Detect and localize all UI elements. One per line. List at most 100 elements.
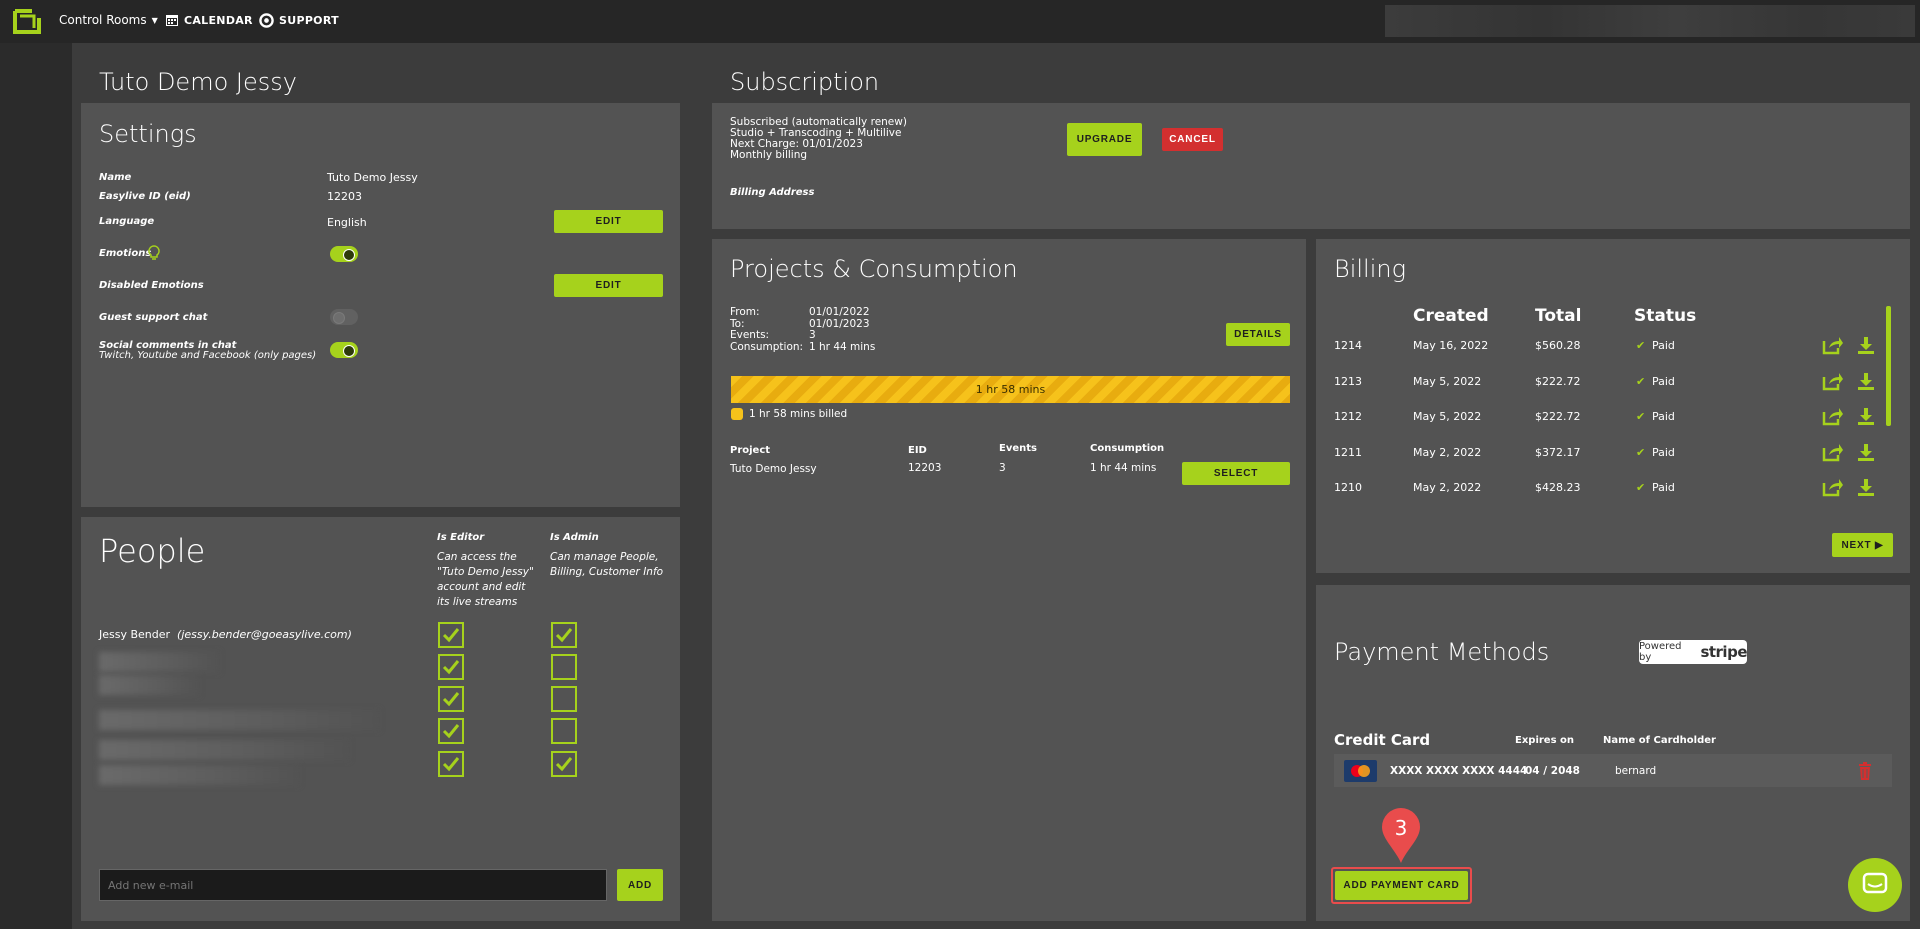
consumption-labels: From: To: Events: Consumption: — [730, 306, 804, 353]
edit-emotions-button[interactable]: EDIT — [554, 274, 663, 297]
calendar-link[interactable]: CALENDAR — [165, 13, 253, 27]
cardholder-header: Name of Cardholder — [1603, 735, 1716, 746]
redacted-person-row — [99, 710, 379, 730]
billing-created-cell: May 5, 2022 — [1413, 374, 1482, 388]
callout-number: 3 — [1394, 816, 1408, 840]
details-button[interactable]: DETAILS — [1226, 323, 1290, 346]
chat-launcher[interactable] — [1848, 858, 1902, 912]
legend-text: 1 hr 58 mins billed — [749, 408, 848, 420]
billing-id-cell: 1211 — [1334, 445, 1362, 459]
edit-language-button[interactable]: EDIT — [554, 210, 663, 233]
download-icon[interactable] — [1857, 407, 1875, 429]
admin-checkbox[interactable] — [551, 622, 577, 648]
share-icon[interactable] — [1822, 406, 1844, 430]
people-title: People — [99, 532, 206, 570]
settings-panel — [81, 103, 680, 507]
billing-status-cell: Paid — [1652, 410, 1675, 423]
consumption-value: 1 hr 44 mins — [809, 340, 876, 353]
lightbulb-icon[interactable] — [148, 245, 160, 261]
share-icon[interactable] — [1822, 335, 1844, 359]
social-comments-sub: Twitch, Youtube and Facebook (only pages… — [99, 350, 317, 361]
projects-title: Projects & Consumption — [730, 255, 1018, 283]
editor-checkbox[interactable] — [438, 622, 464, 648]
download-icon[interactable] — [1857, 443, 1875, 465]
billing-created-cell: May 5, 2022 — [1413, 410, 1482, 423]
project-events-cell: 3 — [999, 462, 1006, 474]
new-email-input[interactable] — [99, 869, 607, 901]
download-icon[interactable] — [1857, 372, 1875, 394]
next-label: NEXT — [1841, 539, 1872, 551]
upgrade-button[interactable]: UPGRADE — [1067, 123, 1142, 156]
legend-swatch — [731, 408, 743, 420]
billing-id-cell: 1213 — [1334, 374, 1362, 388]
admin-checkbox[interactable] — [551, 686, 577, 712]
billing-total-cell: $428.23 — [1535, 481, 1581, 494]
download-icon[interactable] — [1857, 336, 1875, 358]
billing-col-total: Total — [1535, 306, 1582, 326]
social-comments-toggle[interactable] — [330, 342, 358, 358]
language-value: English — [327, 216, 367, 229]
billing-title: Billing — [1334, 255, 1406, 283]
project-eid-cell: 12203 — [908, 462, 942, 474]
admin-checkbox[interactable] — [551, 751, 577, 777]
powered-by-text: Powered by — [1639, 641, 1682, 663]
support-link[interactable]: SUPPORT — [259, 13, 339, 28]
billing-id-cell: 1214 — [1334, 339, 1362, 352]
billing-total-cell: $222.72 — [1535, 410, 1581, 423]
consumption-label: Consumption: — [730, 340, 804, 353]
download-icon[interactable] — [1857, 478, 1875, 500]
add-payment-card-button[interactable]: ADD PAYMENT CARD — [1335, 871, 1468, 900]
eid-label: Easylive ID (eid) — [99, 191, 191, 202]
account-title: Tuto Demo Jessy — [99, 68, 297, 96]
from-value: 01/01/2022 — [809, 306, 870, 318]
cardholder-name: bernard — [1615, 765, 1657, 777]
share-icon[interactable] — [1822, 371, 1844, 395]
disabled-emotions-label: Disabled Emotions — [99, 280, 204, 291]
billing-next-button[interactable]: NEXT ▶ — [1832, 533, 1893, 557]
cancel-subscription-button[interactable]: CANCEL — [1162, 128, 1223, 151]
admin-checkbox[interactable] — [551, 654, 577, 680]
billing-total-cell: $560.28 — [1535, 339, 1581, 352]
redacted-person-row — [99, 740, 349, 760]
control-rooms-menu[interactable]: Control Rooms ▼ — [59, 13, 158, 27]
billing-address-label: Billing Address — [730, 187, 815, 198]
app-logo[interactable] — [12, 8, 42, 35]
check-icon: ✔ — [1636, 445, 1646, 459]
editor-checkbox[interactable] — [438, 654, 464, 680]
billing-status-cell: Paid — [1652, 374, 1675, 388]
name-label: Name — [99, 172, 132, 183]
editor-checkbox[interactable] — [438, 751, 464, 777]
person-email: (jessy.bender@goeasylive.com) — [177, 628, 352, 641]
guest-support-label: Guest support chat — [99, 312, 208, 323]
emotions-toggle[interactable] — [330, 246, 358, 262]
events-label: Events: — [730, 329, 770, 341]
chat-icon — [1862, 872, 1888, 894]
project-name-cell: Tuto Demo Jessy — [730, 463, 817, 475]
share-icon[interactable] — [1822, 442, 1844, 466]
person-name-text: Jessy Bender — [99, 628, 171, 641]
billing-total-cell: $372.17 — [1535, 445, 1581, 459]
col-project: Project — [730, 445, 771, 456]
billing-created-cell: May 2, 2022 — [1413, 445, 1482, 459]
select-project-button[interactable]: SELECT — [1182, 462, 1290, 485]
editor-checkbox[interactable] — [438, 718, 464, 744]
payment-title: Payment Methods — [1334, 638, 1550, 666]
add-person-button[interactable]: ADD — [617, 869, 663, 901]
guest-support-toggle[interactable] — [330, 309, 358, 325]
billing-col-created: Created — [1413, 306, 1489, 326]
editor-description: Can access the "Tuto Demo Jessy" account… — [437, 551, 534, 608]
billing-scrollbar[interactable] — [1886, 306, 1891, 426]
card-number: XXXX XXXX XXXX 4444 — [1390, 765, 1528, 777]
check-icon: ✔ — [1636, 374, 1646, 388]
subscription-details: Subscribed (automatically renew) Studio … — [730, 117, 907, 161]
admin-checkbox[interactable] — [551, 718, 577, 744]
billing-total-cell: $222.72 — [1535, 374, 1581, 388]
stripe-badge: Powered by stripe — [1639, 640, 1747, 664]
share-icon[interactable] — [1822, 477, 1844, 501]
editor-checkbox[interactable] — [438, 686, 464, 712]
redacted-person-row — [99, 675, 199, 695]
name-value: Tuto Demo Jessy — [327, 171, 418, 184]
col-consumption: Consumption — [1090, 443, 1165, 454]
billing-panel — [1316, 239, 1910, 573]
trash-icon[interactable] — [1858, 762, 1872, 780]
